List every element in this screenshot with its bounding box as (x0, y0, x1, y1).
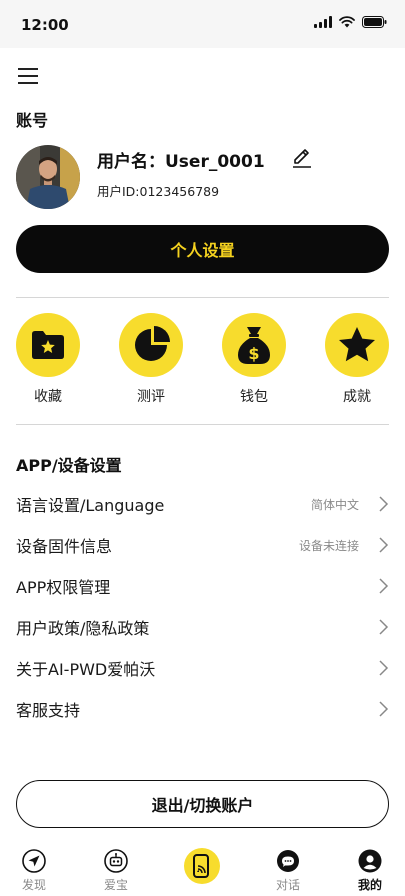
status-time: 12:00 (21, 16, 69, 34)
personal-settings-button[interactable]: 个人设置 (16, 225, 389, 273)
row-label: 客服支持 (16, 701, 81, 720)
row-label: 用户政策/隐私政策 (16, 619, 150, 638)
quick-action-label: 成就 (343, 389, 371, 405)
star-icon (325, 313, 389, 377)
row-label: 关于AI-PWD爱帕沃 (16, 660, 156, 679)
menu-icon[interactable] (18, 66, 40, 86)
user-icon (357, 848, 383, 874)
settings-row-permissions[interactable]: APP权限管理 (16, 571, 389, 601)
logout-button[interactable]: 退出/切换账户 (16, 780, 389, 828)
money-bag-icon: $ (222, 313, 286, 377)
tab-aibao[interactable]: 爱宝 (86, 848, 146, 896)
folder-star-icon (16, 313, 80, 377)
settings-row-about[interactable]: 关于AI-PWD爱帕沃 (16, 653, 389, 683)
tab-label: 发现 (21, 878, 46, 892)
quick-action-label: 钱包 (240, 389, 268, 405)
settings-row-firmware[interactable]: 设备固件信息 设备未连接 (16, 530, 389, 560)
tab-device[interactable] (172, 848, 232, 896)
row-value: 简体中文 (310, 497, 359, 512)
svg-text:$: $ (248, 344, 259, 363)
divider (16, 424, 389, 425)
chevron-right-icon (379, 496, 389, 512)
quick-action-wallet[interactable]: $ 钱包 (221, 313, 287, 406)
row-label: APP权限管理 (16, 578, 111, 597)
avatar[interactable] (16, 145, 80, 209)
tab-discover[interactable]: 发现 (4, 848, 64, 896)
chevron-right-icon (379, 578, 389, 594)
account-section-title: 账号 (16, 111, 49, 130)
row-label: 语言设置/Language (16, 496, 165, 515)
tab-me[interactable]: 我的 (340, 848, 400, 896)
robot-icon (103, 848, 129, 874)
signal-icon (314, 16, 332, 28)
settings-section-title: APP/设备设置 (16, 456, 122, 475)
chevron-right-icon (379, 701, 389, 717)
status-icons (314, 16, 387, 28)
tab-label: 爱宝 (103, 878, 128, 892)
quick-action-label: 测评 (137, 389, 165, 405)
chevron-right-icon (379, 660, 389, 676)
quick-action-assessment[interactable]: 测评 (118, 313, 184, 406)
edit-icon[interactable] (290, 146, 314, 170)
divider (16, 297, 389, 298)
quick-action-achievements[interactable]: 成就 (324, 313, 390, 406)
chevron-right-icon (379, 619, 389, 635)
settings-row-policy[interactable]: 用户政策/隐私政策 (16, 612, 389, 642)
tab-chat[interactable]: 对话 (258, 848, 318, 896)
username: 用户名：User_0001 (97, 152, 265, 172)
status-bar: 12:00 (0, 0, 405, 48)
row-value: 设备未连接 (298, 538, 359, 553)
quick-action-favorites[interactable]: 收藏 (15, 313, 81, 406)
tab-label: 对话 (275, 878, 300, 892)
wifi-icon (339, 16, 355, 28)
user-id: 用户ID:0123456789 (97, 184, 220, 199)
paper-plane-icon (21, 848, 47, 874)
row-label: 设备固件信息 (16, 537, 113, 556)
settings-row-support[interactable]: 客服支持 (16, 694, 389, 724)
chevron-right-icon (379, 537, 389, 553)
device-cast-icon (184, 848, 220, 884)
settings-row-language[interactable]: 语言设置/Language 简体中文 (16, 489, 389, 519)
pie-chart-icon (119, 313, 183, 377)
quick-action-label: 收藏 (34, 389, 62, 405)
chat-bubble-icon (275, 848, 301, 874)
tab-label: 我的 (357, 878, 382, 892)
battery-icon (362, 16, 387, 28)
